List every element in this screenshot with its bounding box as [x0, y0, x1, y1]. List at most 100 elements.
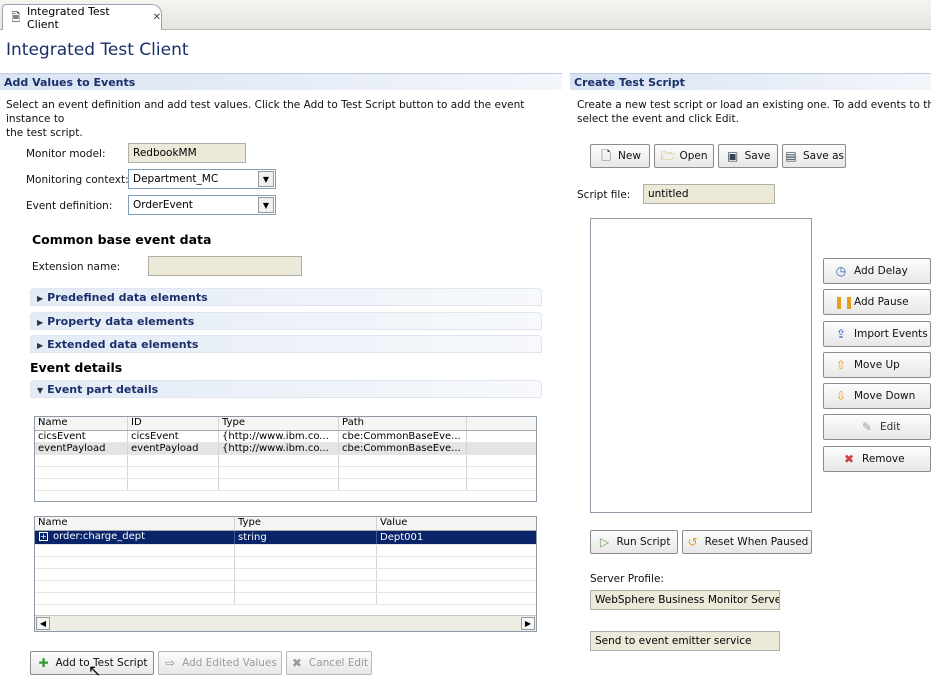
event-definition-select[interactable]: OrderEvent ▼: [128, 195, 276, 215]
expand-arrow-icon: ▶: [37, 294, 44, 303]
table-cell: eventPayload: [128, 443, 219, 454]
column-header[interactable]: ID: [128, 417, 219, 430]
extended-data-section[interactable]: ▶ Extended data elements: [30, 335, 542, 353]
button-label: Run Script: [616, 536, 671, 548]
button-label: Save as: [802, 150, 844, 162]
page-title: Integrated Test Client: [6, 40, 189, 60]
button-label: Add Pause: [854, 296, 909, 308]
add-values-header: Add Values to Events: [0, 73, 562, 90]
create-script-description: Create a new test script or load an exis…: [577, 98, 931, 126]
monitor-model-label: Monitor model:: [26, 148, 106, 160]
scroll-right-icon[interactable]: ▶: [521, 617, 535, 630]
empty-row: [35, 545, 536, 557]
empty-row: [35, 569, 536, 581]
event-part-details-section[interactable]: ▼ Event part details: [30, 380, 542, 398]
x-icon: ✖: [843, 452, 855, 466]
table-cell: Dept001: [377, 531, 536, 544]
expand-arrow-icon: ▶: [37, 341, 44, 350]
empty-row: [35, 557, 536, 569]
monitoring-context-value: Department_MC: [133, 173, 219, 185]
import-events-button[interactable]: ⇪ Import Events: [823, 321, 931, 347]
add-values-description: Select an event definition and add test …: [6, 98, 562, 140]
button-label: Save: [744, 150, 771, 162]
arrow-right-icon: ⇨: [165, 656, 176, 670]
column-header[interactable]: Path: [339, 417, 467, 430]
monitor-model-field: RedbookMM: [128, 143, 246, 163]
button-label: Add to Test Script: [55, 657, 148, 669]
event-values-table[interactable]: Name Type Value + order:charge_dept strin…: [34, 516, 537, 632]
save-button[interactable]: ▣ Save: [718, 144, 778, 168]
button-label: Edit: [880, 421, 901, 433]
pencil-icon: ✎: [861, 420, 873, 434]
server-profile-label: Server Profile:: [590, 573, 664, 585]
expand-plus-icon[interactable]: +: [39, 532, 48, 541]
add-pause-button[interactable]: ❚❚ Add Pause: [823, 289, 931, 315]
cancel-edit-button[interactable]: ✖ Cancel Edit: [286, 651, 372, 675]
add-edited-values-button[interactable]: ⇨ Add Edited Values: [158, 651, 282, 675]
collapse-arrow-icon: ▼: [37, 386, 44, 395]
table-cell: eventPayload: [35, 443, 128, 454]
description-line-2: select the event and click Edit.: [577, 113, 739, 125]
extension-name-label: Extension name:: [32, 261, 121, 273]
empty-row: [35, 467, 536, 479]
event-definition-value: OrderEvent: [133, 199, 193, 211]
reset-icon: ↺: [687, 535, 698, 549]
empty-row: [35, 581, 536, 593]
chevron-down-icon[interactable]: ▼: [258, 171, 274, 187]
close-icon[interactable]: ✕: [153, 12, 161, 23]
event-details-heading: Event details: [30, 360, 123, 375]
event-definition-label: Event definition:: [26, 200, 113, 212]
table-cell: cbe:CommonBaseEve...: [339, 431, 467, 442]
expand-arrow-icon: ▶: [37, 318, 44, 327]
add-delay-button[interactable]: ◷ Add Delay: [823, 258, 931, 284]
open-button[interactable]: 🗁 Open: [654, 144, 714, 168]
move-down-button[interactable]: ⇩ Move Down: [823, 383, 931, 409]
column-header[interactable]: Value: [377, 517, 536, 530]
script-event-list[interactable]: [590, 218, 812, 513]
button-label: Move Down: [854, 390, 916, 402]
table-cell: cicsEvent: [35, 431, 128, 442]
button-label: New: [618, 150, 641, 162]
table-row[interactable]: + order:charge_dept string Dept001: [35, 531, 536, 545]
reset-when-paused-button[interactable]: ↺ Reset When Paused: [682, 530, 812, 554]
table-row[interactable]: cicsEvent cicsEvent {http://www.ibm.co..…: [35, 431, 536, 443]
button-label: Add Edited Values: [182, 657, 277, 669]
new-file-icon: 🗋: [601, 149, 611, 163]
property-data-section[interactable]: ▶ Property data elements: [30, 312, 542, 330]
arrow-up-icon: ⇧: [835, 358, 847, 372]
empty-row: [35, 593, 536, 605]
script-file-field: untitled: [643, 184, 775, 204]
column-header[interactable]: Type: [235, 517, 377, 530]
horizontal-scrollbar[interactable]: ◀ ▶: [35, 615, 536, 631]
column-header[interactable]: Name: [35, 417, 128, 430]
table-cell: {http://www.ibm.co...: [219, 431, 339, 442]
remove-button[interactable]: ✖ Remove: [823, 446, 931, 472]
extension-name-field: [148, 256, 302, 276]
button-label: Import Events: [854, 328, 928, 340]
run-script-button[interactable]: ▷ Run Script: [590, 530, 678, 554]
column-header[interactable]: Name: [35, 517, 235, 530]
scroll-left-icon[interactable]: ◀: [36, 617, 50, 630]
tab-integrated-test-client[interactable]: 🗎 Integrated Test Client ✕: [2, 4, 162, 31]
button-label: Open: [679, 150, 708, 162]
monitoring-context-select[interactable]: Department_MC ▼: [128, 169, 276, 189]
table-header: Name Type Value: [35, 517, 536, 531]
move-up-button[interactable]: ⇧ Move Up: [823, 352, 931, 378]
save-as-button[interactable]: ▤ Save as: [782, 144, 846, 168]
monitoring-context-label: Monitoring context:: [26, 174, 129, 186]
new-button[interactable]: 🗋 New: [590, 144, 650, 168]
event-parts-table[interactable]: Name ID Type Path cicsEvent cicsEvent {h…: [34, 416, 537, 502]
predefined-data-section[interactable]: ▶ Predefined data elements: [30, 288, 542, 306]
description-line-1: Select an event definition and add test …: [6, 99, 525, 125]
column-header[interactable]: Type: [219, 417, 339, 430]
save-as-icon: ▤: [785, 149, 797, 163]
table-cell: cicsEvent: [128, 431, 219, 442]
editor-tab-bar: 🗎 Integrated Test Client ✕: [0, 0, 931, 31]
edit-button[interactable]: ✎ Edit: [823, 414, 931, 440]
table-row[interactable]: eventPayload eventPayload {http://www.ib…: [35, 443, 536, 455]
send-to-field: Send to event emitter service: [590, 631, 780, 651]
chevron-down-icon[interactable]: ▼: [258, 197, 274, 213]
table-cell: + order:charge_dept: [35, 531, 235, 544]
section-label: Predefined data elements: [47, 291, 208, 304]
x-icon: ✖: [291, 656, 302, 670]
